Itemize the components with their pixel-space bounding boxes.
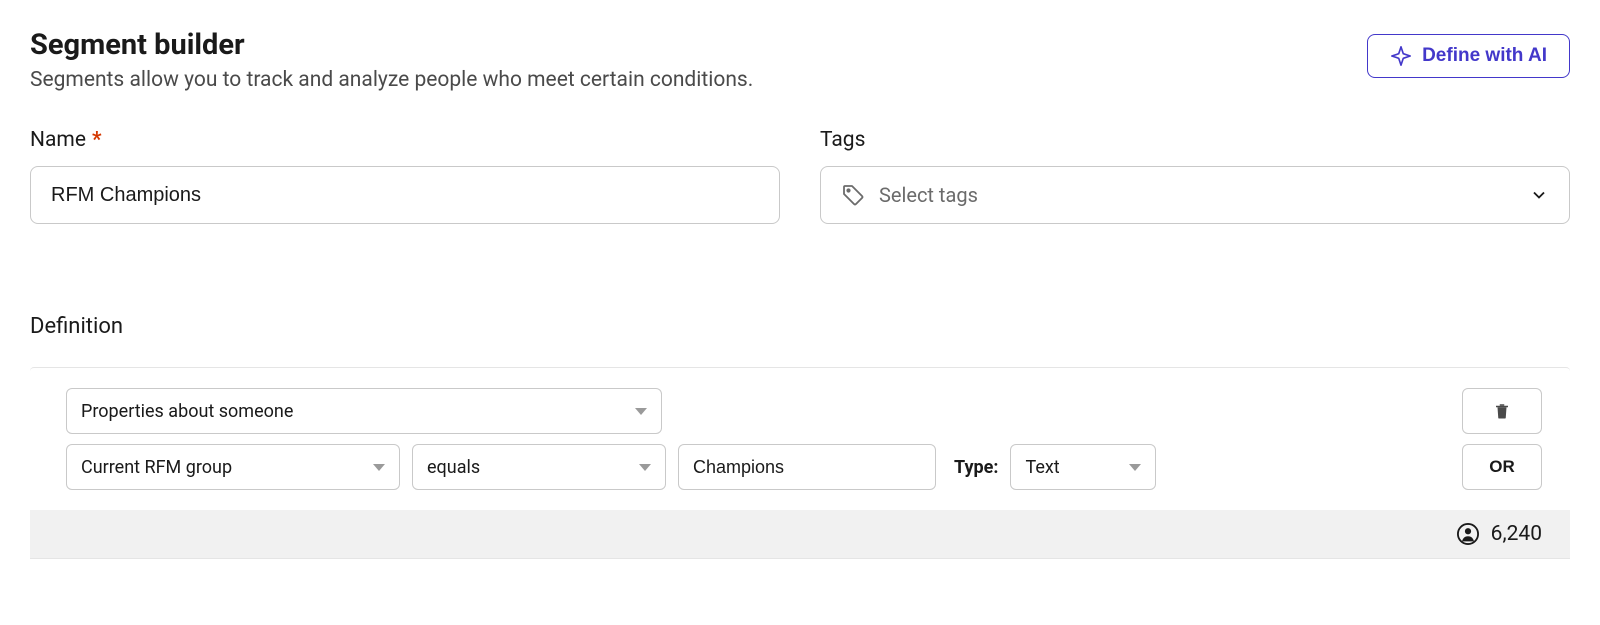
caret-down-icon <box>639 464 651 471</box>
delete-condition-button[interactable] <box>1462 388 1542 434</box>
count-bar: 6,240 <box>30 510 1570 558</box>
person-icon <box>1457 523 1479 545</box>
type-label: Type: <box>954 457 998 478</box>
caret-down-icon <box>1129 464 1141 471</box>
caret-down-icon <box>635 408 647 415</box>
tag-icon <box>841 183 865 207</box>
definition-box: Properties about someone Current RFM gro… <box>30 367 1570 559</box>
tags-label: Tags <box>820 128 1570 152</box>
operator-value: equals <box>427 457 629 478</box>
chevron-down-icon <box>1529 185 1549 205</box>
type-select[interactable]: Text <box>1010 444 1156 490</box>
or-button[interactable]: OR <box>1462 444 1542 490</box>
page-title: Segment builder <box>30 28 1367 62</box>
define-with-ai-label: Define with AI <box>1422 45 1547 67</box>
sparkle-icon <box>1390 45 1412 67</box>
definition-section-label: Definition <box>30 314 1570 339</box>
property-value: Current RFM group <box>81 457 363 478</box>
caret-down-icon <box>373 464 385 471</box>
tags-select[interactable]: Select tags <box>820 166 1570 224</box>
property-select[interactable]: Current RFM group <box>66 444 400 490</box>
name-input[interactable] <box>30 166 780 224</box>
required-star: * <box>92 128 102 152</box>
tags-placeholder: Select tags <box>879 183 1515 207</box>
name-label: Name* <box>30 128 780 152</box>
condition-source-select[interactable]: Properties about someone <box>66 388 662 434</box>
page-subtitle: Segments allow you to track and analyze … <box>30 68 1367 92</box>
define-with-ai-button[interactable]: Define with AI <box>1367 34 1570 78</box>
condition-value-input[interactable] <box>678 444 936 490</box>
trash-icon <box>1493 401 1511 421</box>
operator-select[interactable]: equals <box>412 444 666 490</box>
type-value: Text <box>1025 457 1119 478</box>
or-label: OR <box>1489 457 1515 477</box>
condition-source-value: Properties about someone <box>81 401 625 422</box>
people-count: 6,240 <box>1491 522 1542 546</box>
